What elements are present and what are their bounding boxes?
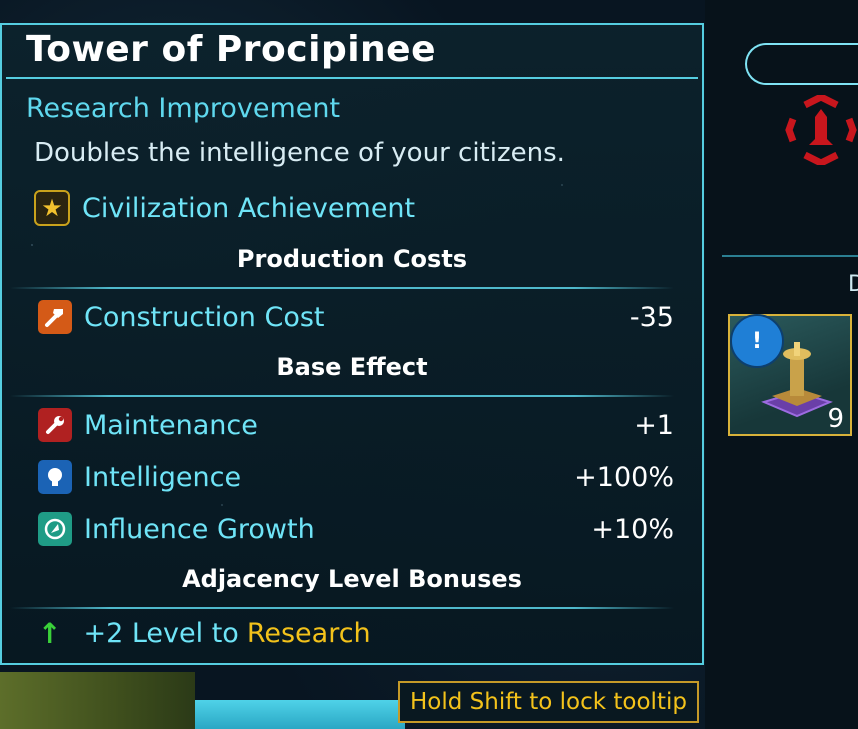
side-panel-pill-button[interactable] — [745, 43, 858, 85]
base-effect-heading: Base Effect — [276, 353, 428, 381]
map-terrain — [0, 672, 195, 729]
wrench-icon — [38, 408, 72, 442]
bonus-target: Research — [246, 618, 371, 649]
lock-tooltip-hint: Hold Shift to lock tooltip — [398, 681, 699, 723]
production-costs-heading: Production Costs — [236, 245, 468, 273]
map-terrain-water — [195, 700, 405, 729]
stat-value: +100% — [574, 461, 674, 493]
stat-label: Intelligence — [84, 461, 242, 493]
hammer-icon — [38, 300, 72, 334]
improvement-card[interactable]: ! 9 — [728, 314, 852, 436]
stat-value: +1 — [634, 409, 674, 441]
stat-row-maintenance: Maintenance +1 — [38, 405, 674, 445]
influence-icon — [38, 512, 72, 546]
lightbulb-icon — [38, 460, 72, 494]
section-divider — [10, 607, 674, 609]
adjacency-bonus-row: ↑ +2 Level to Research — [38, 617, 371, 650]
up-arrow-icon: ↑ — [38, 617, 62, 650]
achievement-label: Civilization Achievement — [82, 192, 416, 224]
improvement-description: Doubles the intelligence of your citizen… — [34, 138, 565, 168]
faction-emblem-icon — [785, 95, 857, 165]
side-divider — [722, 255, 858, 257]
stat-label: Maintenance — [84, 409, 258, 441]
stat-value: -35 — [629, 301, 674, 333]
stat-row-construction-cost: Construction Cost -35 — [38, 297, 674, 337]
achievement-row: ★ Civilization Achievement — [34, 188, 415, 228]
card-count: 9 — [827, 404, 844, 434]
section-divider — [10, 287, 674, 289]
tooltip-title: Tower of Procipinee — [26, 29, 437, 70]
star-icon: ★ — [34, 190, 70, 226]
stat-row-influence-growth: Influence Growth +10% — [38, 509, 674, 549]
tooltip-header: Tower of Procipinee — [6, 27, 698, 79]
section-divider — [10, 395, 674, 397]
side-heading-partial: D — [848, 272, 858, 297]
stat-row-intelligence: Intelligence +100% — [38, 457, 674, 497]
improvement-tooltip: Tower of Procipinee Research Improvement… — [0, 23, 704, 665]
improvement-category: Research Improvement — [26, 93, 341, 124]
bonus-text: +2 Level to — [83, 618, 239, 649]
stat-label: Construction Cost — [84, 301, 325, 333]
stat-value: +10% — [591, 513, 674, 545]
stat-label: Influence Growth — [84, 513, 315, 545]
adjacency-heading: Adjacency Level Bonuses — [182, 565, 522, 593]
